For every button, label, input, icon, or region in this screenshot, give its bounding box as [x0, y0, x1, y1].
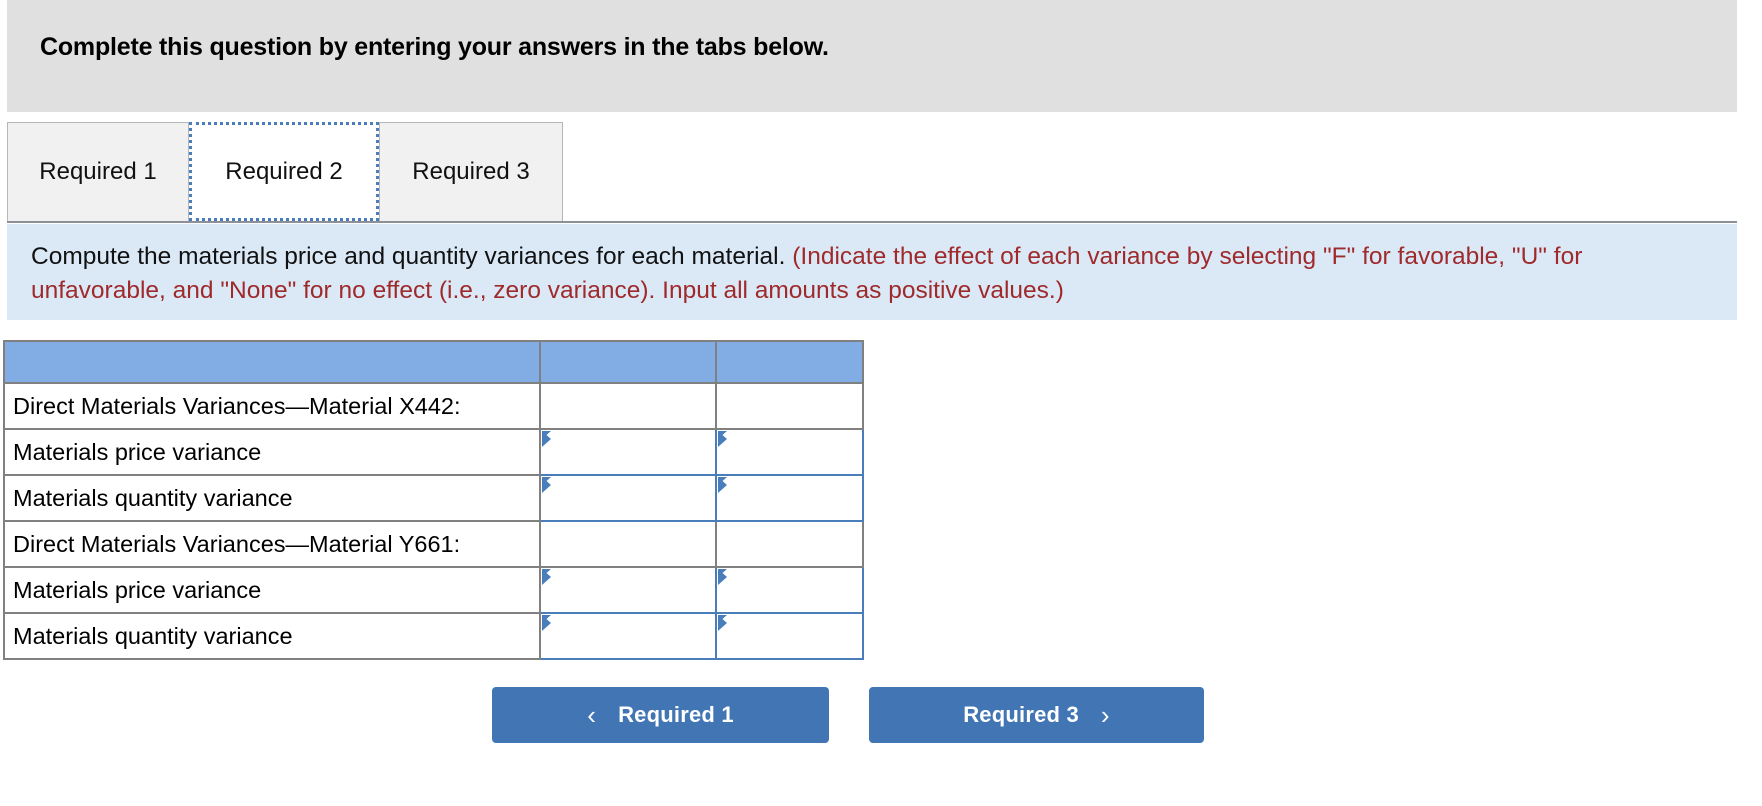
- row-label: Materials price variance: [3, 428, 541, 476]
- table-row: Materials quantity variance: [3, 474, 864, 522]
- header-cell-label: [3, 340, 541, 384]
- row-amount-cell: [539, 382, 717, 430]
- row-label: Direct Materials Variances—Material Y661…: [3, 520, 541, 568]
- chevron-left-icon: ‹: [587, 700, 597, 730]
- amount-input-cell[interactable]: [539, 428, 717, 476]
- header-cell-effect: [715, 340, 864, 384]
- requirement-tabs: Required 1 Required 2 Required 3: [7, 122, 1737, 225]
- tab-required-2[interactable]: Required 2: [189, 122, 379, 221]
- amount-input-cell[interactable]: [539, 566, 717, 614]
- instruction-paragraph: Compute the materials price and quantity…: [31, 240, 1713, 308]
- table-header-row: [3, 340, 864, 384]
- effect-input-cell[interactable]: [715, 566, 864, 614]
- amount-input-cell[interactable]: [539, 612, 717, 660]
- tab-required-3[interactable]: Required 3: [379, 122, 563, 221]
- question-banner: Complete this question by entering your …: [7, 0, 1737, 112]
- tab-required-1[interactable]: Required 1: [7, 122, 189, 221]
- instruction-panel: Compute the materials price and quantity…: [7, 224, 1737, 320]
- tabstrip-divider: [7, 221, 1737, 223]
- row-effect-cell: [715, 520, 864, 568]
- amount-input-cell[interactable]: [539, 474, 717, 522]
- banner-instruction-text: Complete this question by entering your …: [40, 33, 829, 61]
- row-label: Materials price variance: [3, 566, 541, 614]
- table-row: Direct Materials Variances—Material X442…: [3, 382, 864, 430]
- row-label: Materials quantity variance: [3, 474, 541, 522]
- next-requirement-button[interactable]: Required 3 ›: [869, 687, 1204, 743]
- variance-table: Direct Materials Variances—Material X442…: [3, 340, 864, 660]
- row-label: Materials quantity variance: [3, 612, 541, 660]
- table-row: Materials price variance: [3, 566, 864, 614]
- next-requirement-label: Required 3: [963, 702, 1079, 727]
- instruction-main-text: Compute the materials price and quantity…: [31, 243, 793, 270]
- header-cell-amount: [539, 340, 717, 384]
- table-row: Direct Materials Variances—Material Y661…: [3, 520, 864, 568]
- previous-requirement-label: Required 1: [618, 702, 734, 727]
- row-label: Direct Materials Variances—Material X442…: [3, 382, 541, 430]
- effect-input-cell[interactable]: [715, 474, 864, 522]
- tab-required-1-label: Required 1: [39, 158, 157, 185]
- tab-required-2-label: Required 2: [225, 157, 343, 185]
- table-row: Materials price variance: [3, 428, 864, 476]
- row-effect-cell: [715, 382, 864, 430]
- tab-required-3-label: Required 3: [412, 158, 530, 185]
- previous-requirement-button[interactable]: ‹ Required 1: [492, 687, 829, 743]
- table-row: Materials quantity variance: [3, 612, 864, 660]
- effect-input-cell[interactable]: [715, 428, 864, 476]
- effect-input-cell[interactable]: [715, 612, 864, 660]
- chevron-right-icon: ›: [1100, 700, 1110, 730]
- row-amount-cell: [539, 520, 717, 568]
